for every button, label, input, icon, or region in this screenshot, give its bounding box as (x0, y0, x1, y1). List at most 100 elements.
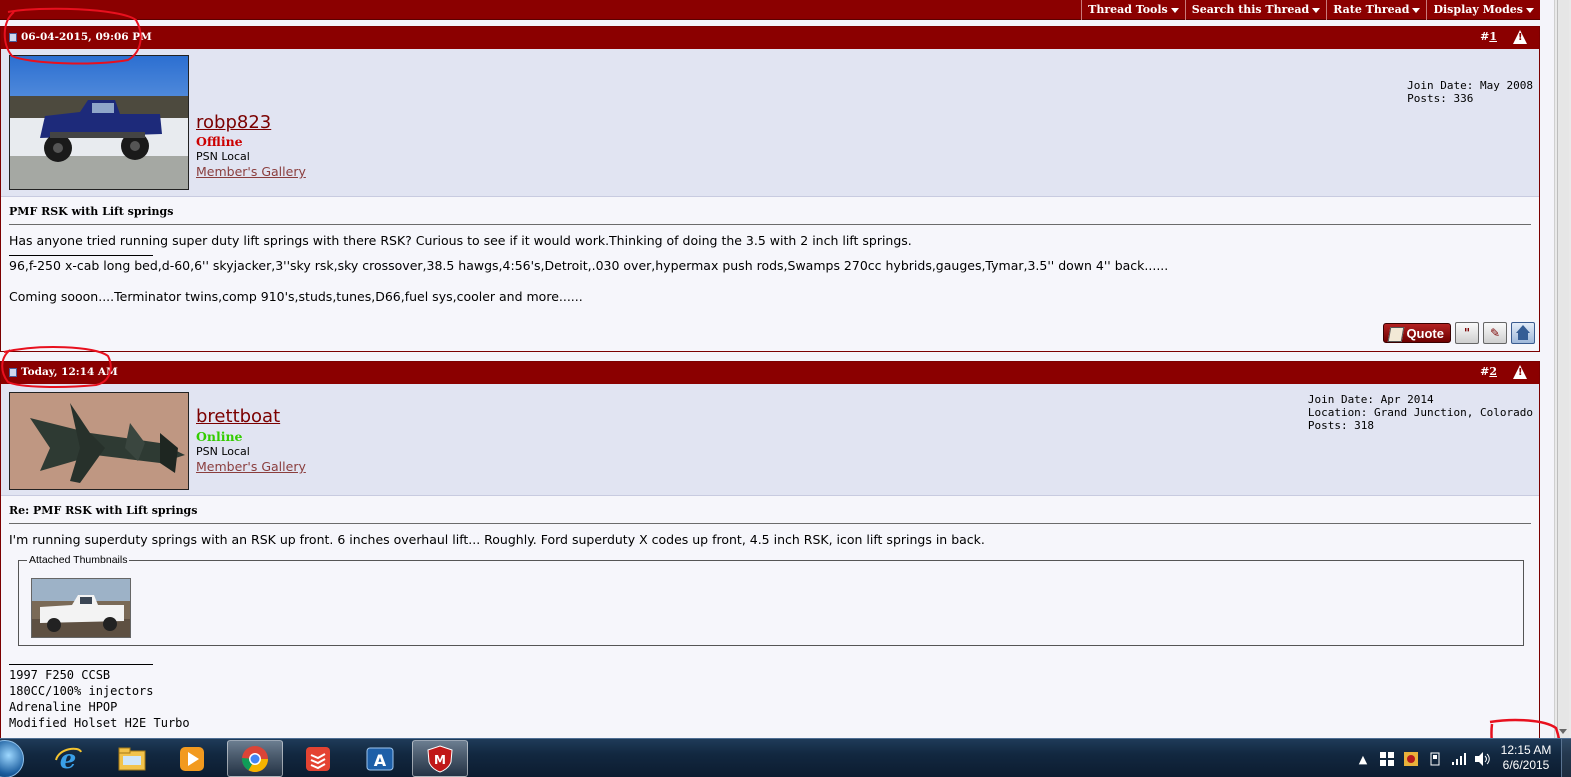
system-tray: ▲ (1355, 745, 1491, 773)
speaker-glyph (1475, 752, 1490, 766)
a-glyph: A (366, 747, 394, 770)
scroll-down-arrow-icon[interactable] (1559, 729, 1567, 734)
post-date-text: Today, 12:14 AM (21, 366, 118, 378)
caret-down-icon (1170, 7, 1179, 13)
post-number-prefix: # (1480, 30, 1490, 43)
browser-viewport: Thread Tools Search this Thread Rate Thr… (0, 0, 1571, 738)
clock-date: 6/6/2015 (1502, 758, 1550, 772)
title-divider (9, 224, 1531, 225)
members-gallery-link[interactable]: Member's Gallery (196, 459, 306, 474)
mcafee-icon[interactable]: M (412, 740, 468, 777)
members-gallery-link[interactable]: Member's Gallery (196, 164, 306, 179)
join-date: Join Date: May 2008 (1407, 79, 1533, 92)
title-divider (9, 523, 1531, 524)
avatar-truck-image (10, 56, 188, 189)
post-count: Posts: 336 (1407, 92, 1474, 105)
caret-down-icon (1526, 7, 1534, 13)
device-glyph (1430, 752, 1440, 766)
device-icon[interactable] (1427, 751, 1443, 767)
signature-divider (9, 664, 153, 665)
flag-glyph (1380, 752, 1394, 766)
home-icon[interactable] (1511, 322, 1535, 344)
tray-shield-glyph (1404, 752, 1418, 766)
thread-tools-menu: Thread Tools Search this Thread Rate Thr… (1081, 0, 1540, 20)
media-glyph (180, 746, 204, 771)
post-number-link[interactable]: 2 (1489, 365, 1497, 378)
clock-time: 12:15 AM (1500, 743, 1552, 757)
file-explorer-icon[interactable] (104, 740, 160, 777)
username-link[interactable]: brettboat (196, 406, 280, 427)
mcafee-shield-glyph: M (427, 744, 453, 773)
windows-flag-icon[interactable] (1379, 751, 1395, 767)
user-title: PSN Local (196, 445, 250, 458)
post-number: #1 (1480, 30, 1497, 43)
display-modes-label: Display Modes (1433, 3, 1523, 16)
todoist-icon[interactable] (290, 740, 346, 777)
post-icon (9, 367, 17, 377)
post-actions: Quote " ✎ (1383, 322, 1535, 344)
user-title: PSN Local (196, 150, 250, 163)
ie-glyph: e (55, 745, 82, 774)
report-post-icon[interactable] (1513, 30, 1527, 44)
post-message: I'm running superduty springs with an RS… (9, 532, 985, 547)
signature-line: 1997 F250 CCSB (9, 668, 111, 682)
signature-line: 180CC/100% injectors (9, 684, 154, 698)
chrome-icon[interactable] (227, 740, 283, 777)
avatar[interactable] (9, 392, 189, 490)
attached-thumbnails: Attached Thumbnails (18, 554, 1524, 646)
post-title: Re: PMF RSK with Lift springs (9, 504, 198, 517)
show-hidden-icons-icon[interactable]: ▲ (1355, 751, 1371, 767)
post-header: 06-04-2015, 09:06 PM #1 (1, 27, 1539, 49)
post-date-text: 06-04-2015, 09:06 PM (21, 31, 152, 43)
rate-thread-button[interactable]: Rate Thread (1326, 0, 1426, 20)
media-player-icon[interactable] (164, 740, 220, 777)
caret-down-icon (1412, 7, 1421, 13)
system-clock[interactable]: 12:15 AM 6/6/2015 (1495, 743, 1557, 773)
report-post-icon[interactable] (1513, 365, 1527, 379)
post-2: Today, 12:14 AM #2 brettboat Online PSN … (0, 361, 1540, 738)
multi-quote-button[interactable]: " (1455, 322, 1479, 344)
search-thread-button[interactable]: Search this Thread (1184, 0, 1326, 20)
post-date: 06-04-2015, 09:06 PM (9, 31, 152, 43)
network-signal-icon[interactable] (1451, 751, 1467, 767)
post-count: Posts: 318 (1307, 419, 1375, 432)
display-modes-button[interactable]: Display Modes (1426, 0, 1540, 20)
volume-icon[interactable] (1475, 751, 1491, 767)
attachment-truck-image (32, 579, 130, 637)
signature-line: Adrenaline HPOP (9, 700, 118, 714)
show-desktop-button[interactable] (1561, 739, 1571, 777)
attachment-thumbnail[interactable] (31, 578, 131, 638)
signature: 1997 F250 CCSB 180CC/100% injectors Adre… (1, 664, 198, 731)
post-title: PMF RSK with Lift springs (9, 205, 174, 218)
avatar[interactable] (9, 55, 189, 190)
caret-down-icon (1312, 7, 1321, 13)
post-number: #2 (1480, 365, 1497, 378)
online-status: Online (196, 429, 243, 444)
post-header: Today, 12:14 AM #2 (1, 362, 1539, 384)
vertical-scrollbar[interactable] (1554, 0, 1571, 738)
mcafee-tray-icon[interactable] (1403, 751, 1419, 767)
thread-tools-button[interactable]: Thread Tools (1081, 0, 1185, 20)
avatar-tattoo-image (10, 393, 188, 489)
quick-reply-button[interactable]: ✎ (1483, 322, 1507, 344)
start-button[interactable] (0, 740, 24, 777)
user-info-row: brettboat Online PSN Local Member's Gall… (1, 384, 1539, 496)
post-number-link[interactable]: 1 (1489, 30, 1497, 43)
signature-divider (9, 255, 153, 256)
quote-button[interactable]: Quote (1383, 323, 1451, 343)
thread-tools-bar: Thread Tools Search this Thread Rate Thr… (0, 0, 1540, 20)
search-thread-label: Search this Thread (1191, 3, 1310, 16)
rate-thread-label: Rate Thread (1333, 3, 1410, 16)
post-message: Has anyone tried running super duty lift… (9, 233, 912, 248)
username-link[interactable]: robp823 (196, 112, 271, 133)
thread-tools-label: Thread Tools (1088, 3, 1168, 16)
chrome-glyph (241, 745, 269, 772)
post-body: PMF RSK with Lift springs Has anyone tri… (1, 197, 1539, 304)
scroll-thumb[interactable] (1557, 0, 1569, 738)
post-number-prefix: # (1480, 365, 1490, 378)
online-status: Offline (196, 134, 243, 149)
internet-explorer-icon[interactable]: e (40, 740, 96, 777)
location: Location: Grand Junction, Colorado (1307, 406, 1533, 419)
svg-text:M: M (434, 753, 446, 767)
app-a-icon[interactable]: A (352, 740, 408, 777)
